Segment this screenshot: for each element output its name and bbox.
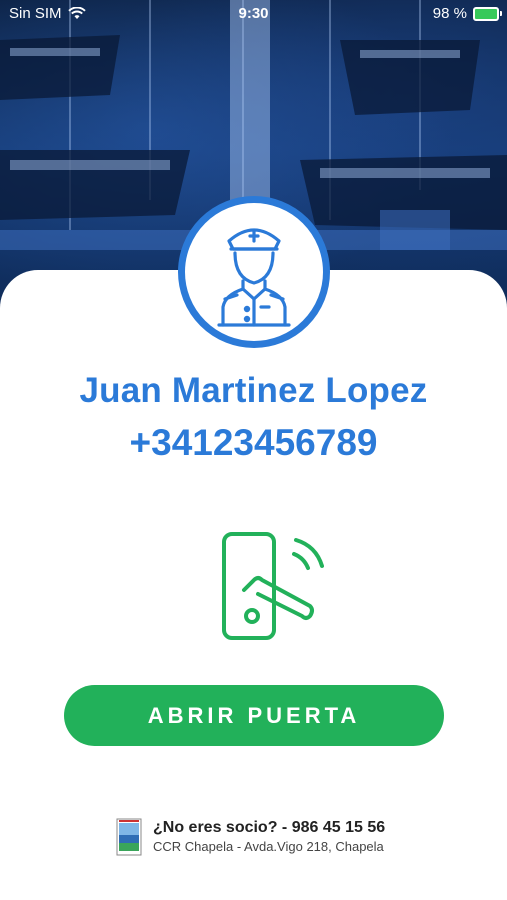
user-phone: +34123456789 [129,422,378,463]
membership-info[interactable]: ¿No eres socio? - 986 45 15 56 [153,818,385,838]
clock: 9:30 [238,5,269,22]
captain-avatar-drawing [217,228,291,327]
smart-lock-icon [218,528,334,649]
ship-captain-icon [178,196,330,348]
footer: ¿No eres socio? - 986 45 15 56 CCR Chape… [115,817,385,857]
club-address: CCR Chapela - Avda.Vigo 218, Chapela [153,839,384,854]
open-door-button[interactable]: ABRIR PUERTA [64,685,444,746]
battery-percent: 98 % [432,5,467,22]
battery-charging-icon [473,6,502,21]
status-bar: Sin SIM 9:30 98 % [0,0,507,28]
user-name: Juan Martinez Lopez [79,371,428,410]
club-logo[interactable] [115,817,143,857]
